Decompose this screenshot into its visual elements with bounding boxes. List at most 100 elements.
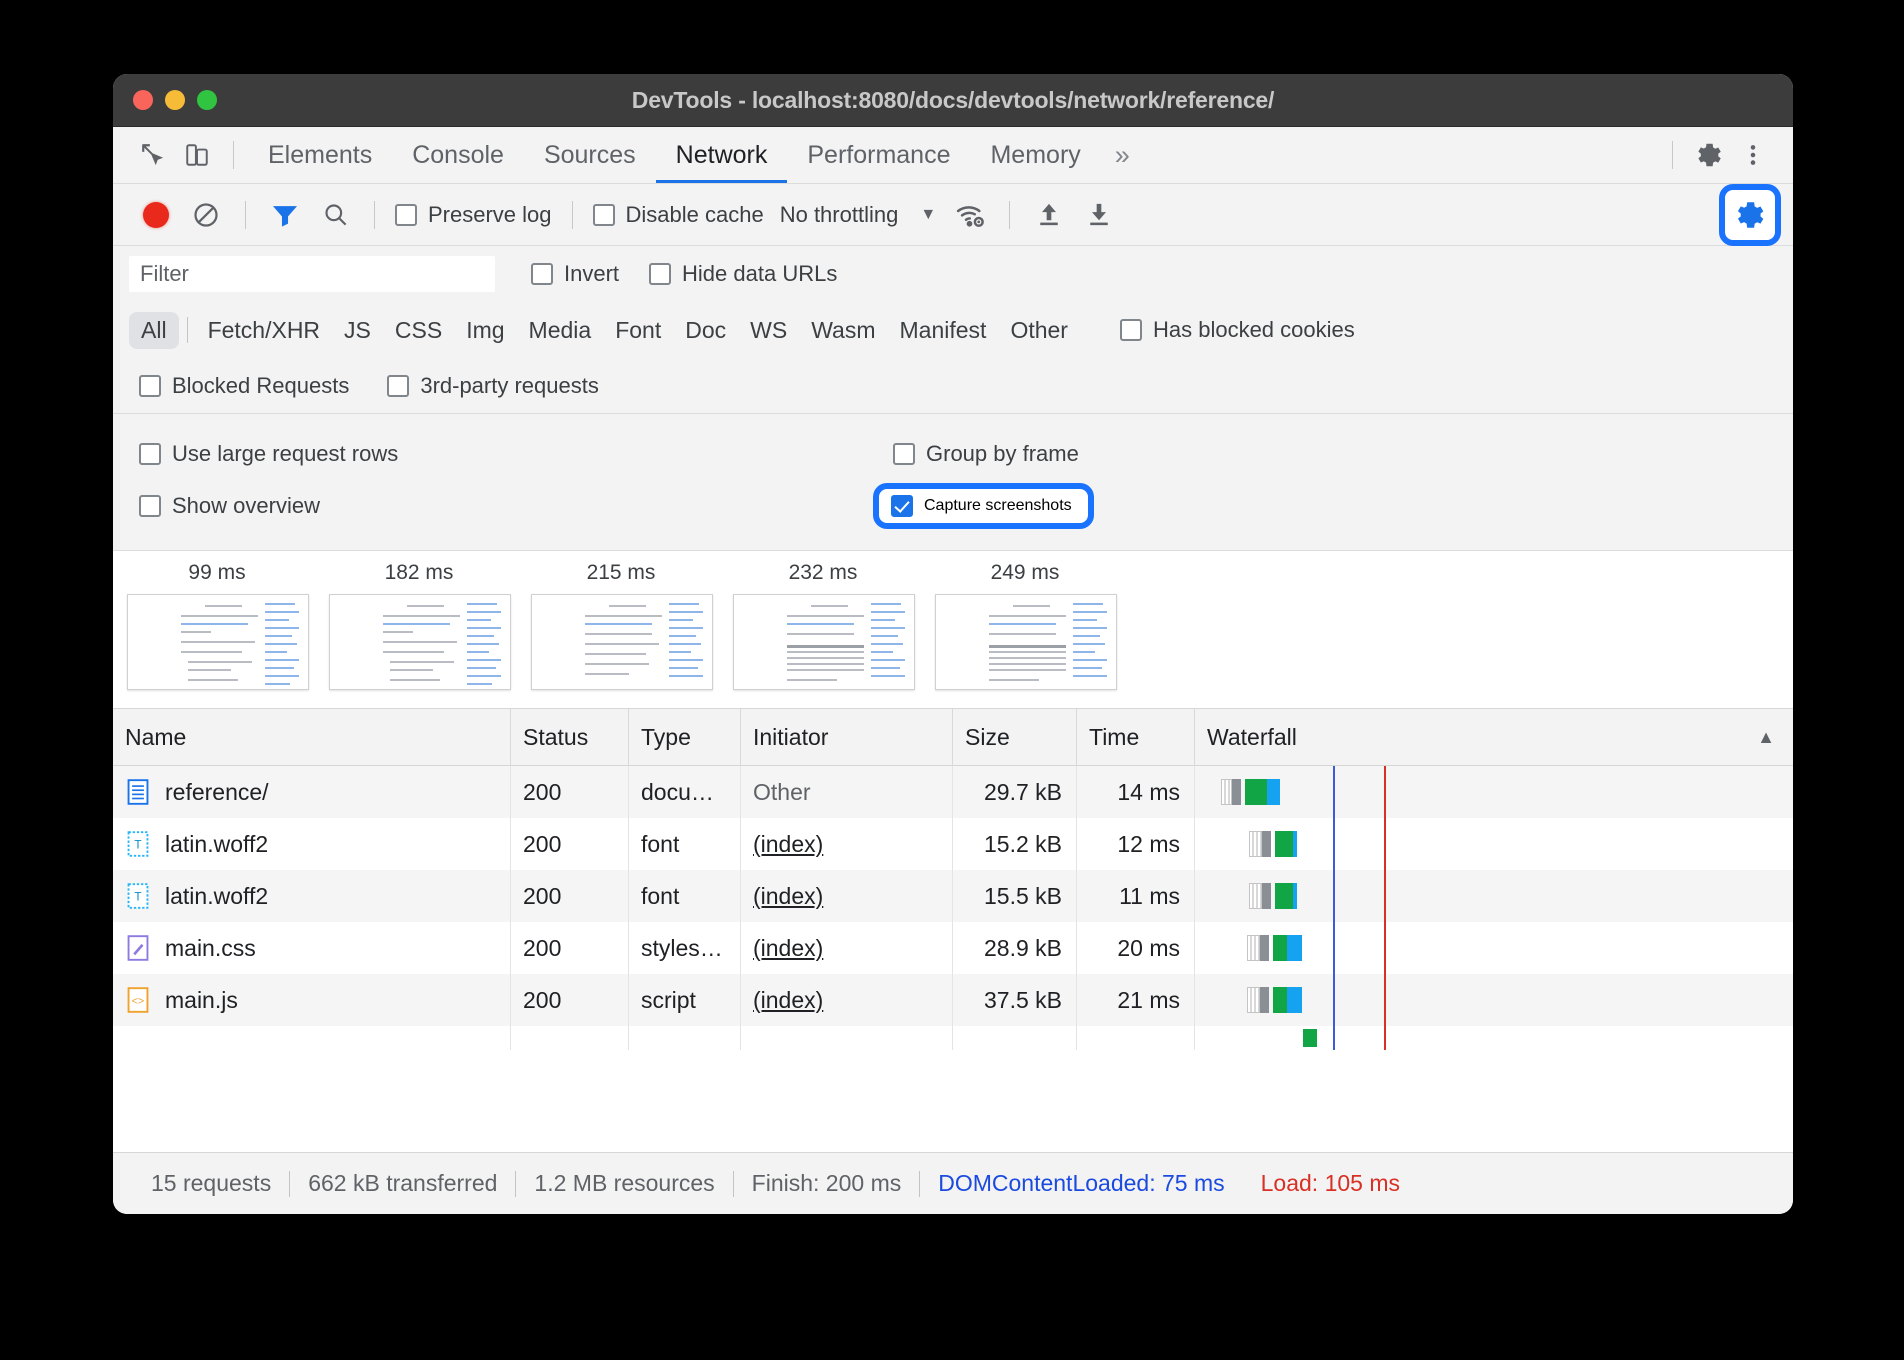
tab-sources[interactable]: Sources — [524, 127, 656, 183]
group-by-frame-box[interactable] — [893, 443, 915, 465]
column-header-size[interactable]: Size — [953, 709, 1077, 765]
column-header-time[interactable]: Time — [1077, 709, 1195, 765]
maximize-window-button[interactable] — [197, 90, 217, 110]
type-filter-doc[interactable]: Doc — [673, 312, 738, 349]
chevron-down-icon[interactable]: ▼ — [920, 206, 936, 224]
status-resources: 1.2 MB resources — [516, 1170, 732, 1197]
column-header-initiator[interactable]: Initiator — [741, 709, 953, 765]
record-button[interactable] — [143, 202, 169, 228]
tab-memory[interactable]: Memory — [970, 127, 1100, 183]
cell-waterfall — [1195, 870, 1793, 922]
initiator-link[interactable]: (index) — [753, 935, 823, 962]
show-overview-checkbox[interactable]: Show overview — [139, 493, 867, 519]
device-toolbar-icon[interactable] — [175, 133, 219, 177]
cell-name[interactable]: main.css — [113, 922, 511, 974]
more-tabs-button[interactable]: » — [1101, 140, 1144, 171]
search-icon[interactable] — [315, 195, 355, 235]
tab-elements[interactable]: Elements — [248, 127, 392, 183]
waterfall-queue-bar — [1247, 987, 1260, 1013]
svg-text:T: T — [134, 838, 141, 852]
third-party-requests-box[interactable] — [387, 375, 409, 397]
blocked-requests-box[interactable] — [139, 375, 161, 397]
type-filter-js[interactable]: JS — [332, 312, 383, 349]
invert-checkbox[interactable]: Invert — [531, 261, 619, 287]
filmstrip-thumbnail[interactable] — [935, 594, 1117, 690]
search-input[interactable] — [129, 256, 495, 292]
blocked-requests-checkbox[interactable]: Blocked Requests — [139, 373, 349, 399]
cell-initiator[interactable]: (index) — [741, 870, 953, 922]
table-row[interactable]: T latin.woff2 200 font (index) 15.5 kB 1… — [113, 870, 1793, 922]
type-filter-fetch-xhr[interactable]: Fetch/XHR — [196, 312, 332, 349]
clear-button[interactable] — [186, 195, 226, 235]
filter-icon[interactable] — [265, 195, 305, 235]
upload-har-icon[interactable] — [1029, 195, 1069, 235]
filmstrip-frame[interactable]: 232 ms — [733, 561, 913, 708]
cell-initiator[interactable]: (index) — [741, 818, 953, 870]
tab-network[interactable]: Network — [656, 127, 788, 183]
filmstrip-frame[interactable]: 182 ms — [329, 561, 509, 708]
cell-name[interactable]: T latin.woff2 — [113, 870, 511, 922]
capture-screenshots-box[interactable] — [891, 495, 913, 517]
filmstrip-frame[interactable]: 99 ms — [127, 561, 307, 708]
initiator-link[interactable]: (index) — [753, 987, 823, 1014]
inspect-element-icon[interactable] — [131, 133, 175, 177]
has-blocked-cookies-box[interactable] — [1120, 319, 1142, 341]
type-filter-css[interactable]: CSS — [383, 312, 454, 349]
initiator-link[interactable]: (index) — [753, 831, 823, 858]
has-blocked-cookies-checkbox[interactable]: Has blocked cookies — [1120, 317, 1355, 343]
table-row[interactable]: <> main.js 200 script (index) 37.5 kB 21… — [113, 974, 1793, 1026]
cell-name[interactable]: T latin.woff2 — [113, 818, 511, 870]
hide-data-urls-checkbox[interactable]: Hide data URLs — [649, 261, 837, 287]
preserve-log-box[interactable] — [395, 204, 417, 226]
hide-data-urls-box[interactable] — [649, 263, 671, 285]
table-row[interactable]: T latin.woff2 200 font (index) 15.2 kB 1… — [113, 818, 1793, 870]
disable-cache-box[interactable] — [593, 204, 615, 226]
capture-screenshots-highlight[interactable]: Capture screenshots — [873, 483, 1094, 529]
show-overview-box[interactable] — [139, 495, 161, 517]
column-header-waterfall[interactable]: Waterfall ▲ — [1195, 709, 1793, 765]
table-row[interactable]: reference/ 200 docu… Other 29.7 kB 14 ms — [113, 766, 1793, 818]
preserve-log-checkbox[interactable]: Preserve log — [395, 202, 552, 228]
use-large-request-rows-checkbox[interactable]: Use large request rows — [139, 441, 867, 467]
type-filter-ws[interactable]: WS — [738, 312, 799, 349]
column-header-status[interactable]: Status — [511, 709, 629, 765]
minimize-window-button[interactable] — [165, 90, 185, 110]
initiator-link[interactable]: (index) — [753, 883, 823, 910]
wifi-settings-icon[interactable] — [950, 195, 990, 235]
tab-performance[interactable]: Performance — [787, 127, 970, 183]
table-row[interactable] — [113, 1026, 1793, 1050]
gear-icon[interactable] — [1687, 133, 1731, 177]
type-filter-other[interactable]: Other — [998, 312, 1080, 349]
type-filter-all[interactable]: All — [129, 312, 179, 349]
table-row[interactable]: main.css 200 styles… (index) 28.9 kB 20 … — [113, 922, 1793, 974]
disable-cache-checkbox[interactable]: Disable cache — [593, 202, 764, 228]
type-filter-font[interactable]: Font — [603, 312, 673, 349]
filmstrip-thumbnail[interactable] — [733, 594, 915, 690]
throttling-select[interactable]: No throttling — [780, 202, 899, 228]
use-large-request-rows-box[interactable] — [139, 443, 161, 465]
network-settings-panel: Use large request rows Group by frame Sh… — [113, 414, 1793, 551]
close-window-button[interactable] — [133, 90, 153, 110]
cell-initiator[interactable]: (index) — [741, 922, 953, 974]
filmstrip-thumbnail[interactable] — [127, 594, 309, 690]
group-by-frame-checkbox[interactable]: Group by frame — [893, 441, 1079, 467]
type-filter-media[interactable]: Media — [517, 312, 604, 349]
cell-name[interactable]: <> main.js — [113, 974, 511, 1026]
filmstrip-frame[interactable]: 215 ms — [531, 561, 711, 708]
type-filter-wasm[interactable]: Wasm — [799, 312, 887, 349]
network-settings-gear-highlight[interactable] — [1719, 184, 1781, 246]
kebab-menu-icon[interactable] — [1731, 133, 1775, 177]
invert-box[interactable] — [531, 263, 553, 285]
filmstrip-thumbnail[interactable] — [531, 594, 713, 690]
cell-name[interactable]: reference/ — [113, 766, 511, 818]
cell-initiator[interactable]: (index) — [741, 974, 953, 1026]
type-filter-img[interactable]: Img — [454, 312, 516, 349]
column-header-type[interactable]: Type — [629, 709, 741, 765]
third-party-requests-checkbox[interactable]: 3rd-party requests — [387, 373, 599, 399]
filmstrip-frame[interactable]: 249 ms — [935, 561, 1115, 708]
filmstrip-thumbnail[interactable] — [329, 594, 511, 690]
type-filter-manifest[interactable]: Manifest — [888, 312, 999, 349]
tab-console[interactable]: Console — [392, 127, 524, 183]
column-header-name[interactable]: Name — [113, 709, 511, 765]
download-har-icon[interactable] — [1079, 195, 1119, 235]
